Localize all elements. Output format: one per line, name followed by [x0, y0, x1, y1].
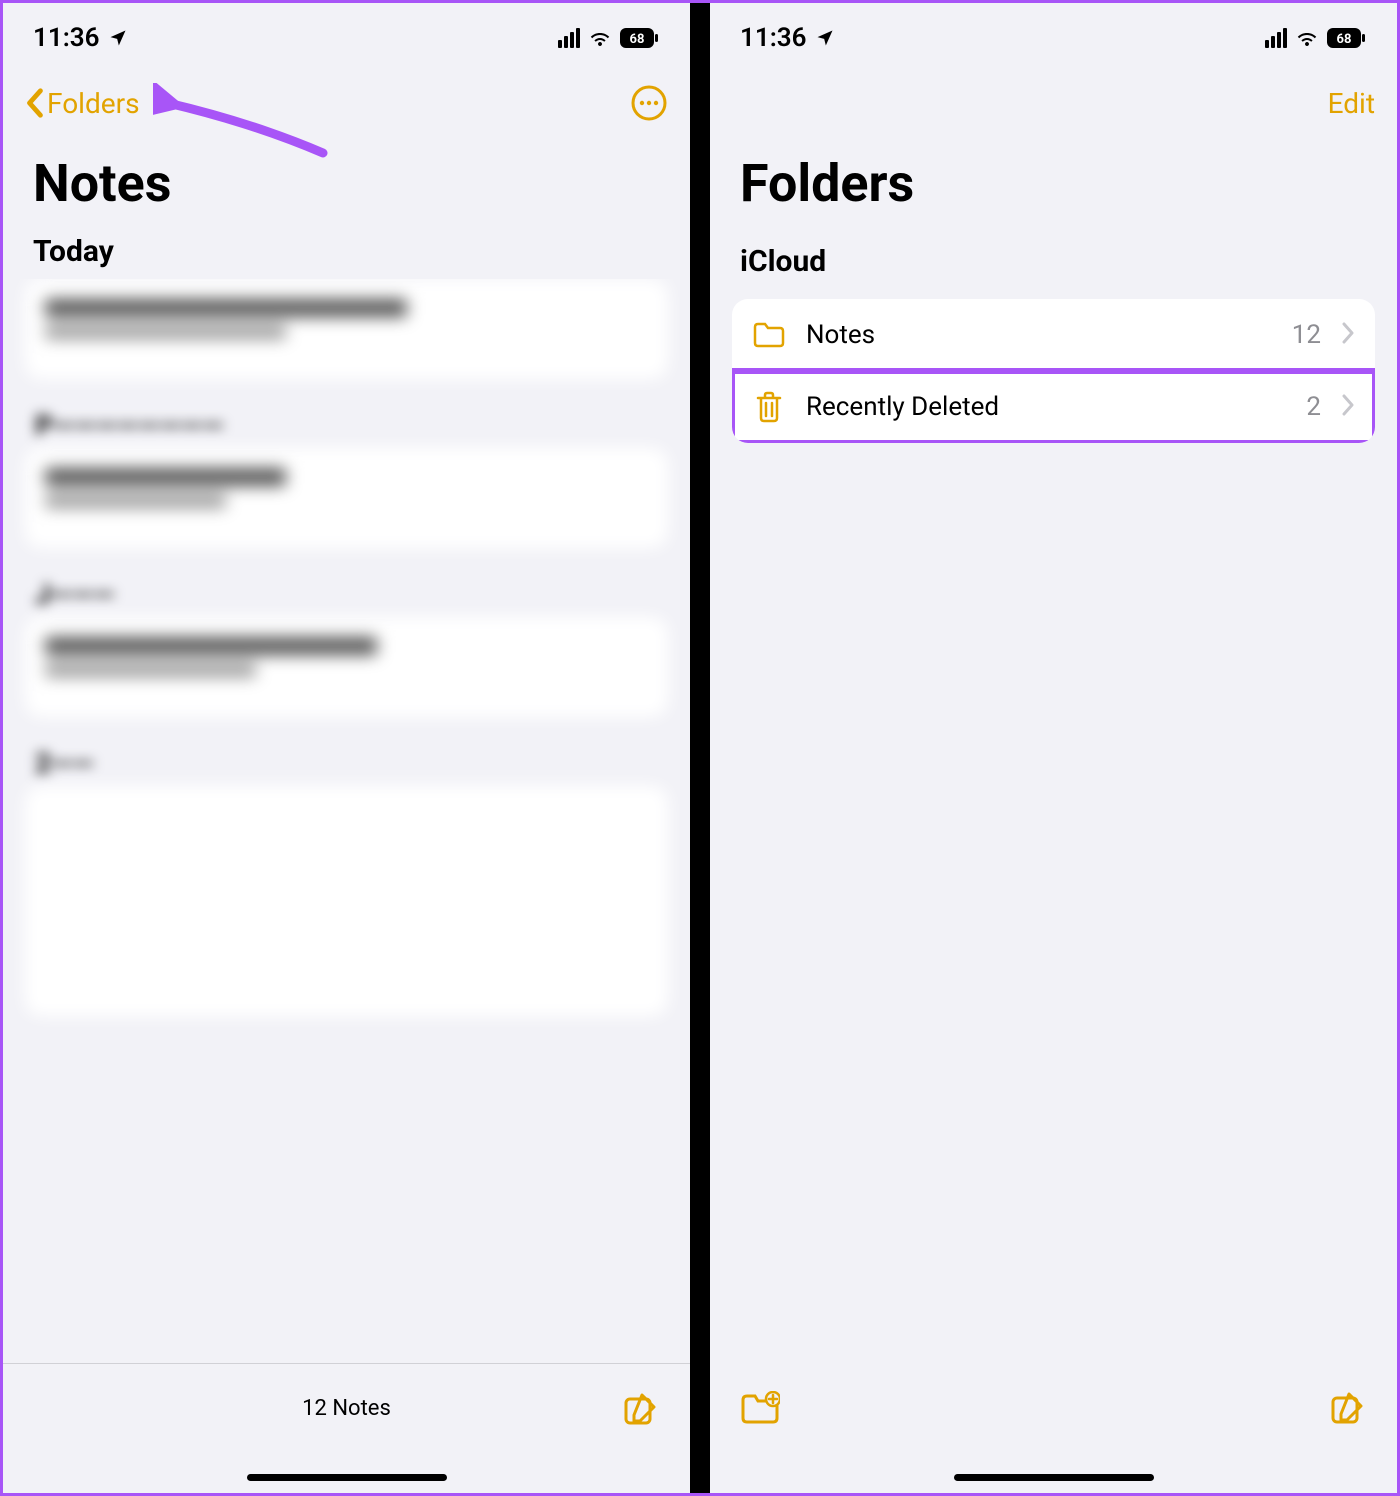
cellular-signal-icon: [558, 28, 580, 48]
home-indicator[interactable]: [954, 1474, 1154, 1481]
folder-count: 2: [1306, 392, 1321, 422]
section-header-icloud: iCloud: [710, 224, 1397, 289]
folder-label: Recently Deleted: [806, 392, 1286, 422]
new-folder-button[interactable]: [740, 1388, 780, 1428]
folder-label: Notes: [806, 320, 1272, 350]
wifi-icon: [588, 28, 612, 48]
compose-button[interactable]: [1327, 1388, 1367, 1428]
location-icon: [815, 28, 835, 48]
folder-row-notes[interactable]: Notes 12: [732, 299, 1375, 371]
home-indicator[interactable]: [247, 1474, 447, 1481]
nav-bar: Edit: [710, 73, 1397, 133]
back-button[interactable]: Folders: [25, 87, 140, 120]
ellipsis-circle-icon: [631, 85, 667, 121]
more-button[interactable]: [630, 84, 668, 122]
battery-icon: 68: [1327, 28, 1367, 48]
svg-text:68: 68: [1337, 32, 1352, 47]
chevron-right-icon: [1341, 394, 1355, 420]
compose-button[interactable]: [620, 1389, 660, 1429]
blurred-notes-list: P———————— J——— 2——: [3, 279, 690, 1363]
folder-row-recently-deleted[interactable]: Recently Deleted 2: [732, 371, 1375, 443]
right-phone-screen: 11:36 68: [710, 3, 1397, 1493]
folder-count: 12: [1292, 320, 1321, 350]
wifi-icon: [1295, 28, 1319, 48]
toolbar: 12 Notes: [3, 1363, 690, 1453]
location-icon: [108, 28, 128, 48]
page-title: Folders: [710, 133, 1397, 224]
left-phone-screen: 11:36 68: [3, 3, 690, 1493]
status-time: 11:36: [740, 23, 807, 53]
section-header-today: Today: [3, 224, 690, 279]
status-time: 11:36: [33, 23, 100, 53]
status-bar: 11:36 68: [3, 3, 690, 73]
toolbar: [710, 1363, 1397, 1453]
trash-icon: [752, 390, 786, 424]
new-folder-icon: [740, 1391, 780, 1425]
compose-icon: [622, 1391, 658, 1427]
folder-list: Notes 12 Recently Deleted 2: [732, 299, 1375, 443]
status-bar: 11:36 68: [710, 3, 1397, 73]
nav-bar: Folders: [3, 73, 690, 133]
folder-icon: [752, 318, 786, 352]
page-title: Notes: [3, 133, 690, 224]
back-label: Folders: [47, 87, 140, 120]
chevron-right-icon: [1341, 322, 1355, 348]
toolbar-count: 12 Notes: [302, 1396, 391, 1421]
compose-icon: [1329, 1390, 1365, 1426]
screenshot-divider: [690, 3, 710, 1493]
battery-icon: 68: [620, 28, 660, 48]
svg-text:68: 68: [630, 32, 645, 47]
chevron-left-icon: [25, 88, 45, 118]
cellular-signal-icon: [1265, 28, 1287, 48]
edit-button[interactable]: Edit: [1328, 87, 1375, 120]
